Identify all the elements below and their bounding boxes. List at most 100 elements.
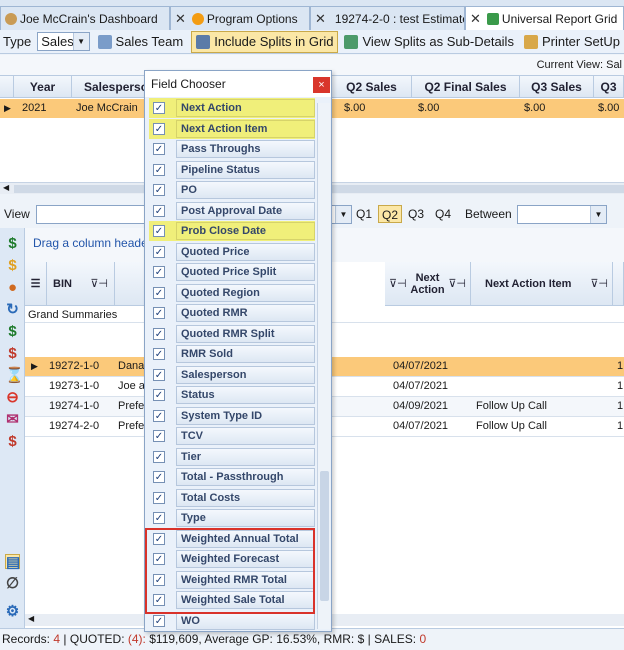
view-splits-icon [344,34,359,49]
filter-icon[interactable]: ⊽⊣ [90,278,108,290]
field-item[interactable]: ✓ Total - Passthrough [149,467,315,487]
field-checkbox[interactable]: ✓ [153,286,165,299]
close-icon[interactable]: ✕ [470,11,481,27]
dollar-red-icon[interactable]: $ [5,346,20,361]
field-item[interactable]: ✓ Type [149,508,315,528]
field-item[interactable]: ✓ Quoted RMR [149,303,315,323]
quarter-q3-button[interactable]: Q3 [405,205,427,223]
field-item[interactable]: ✓ Next Action Item [149,118,315,139]
field-item[interactable]: ✓ PO [149,180,315,200]
field-checkbox[interactable]: ✓ [153,245,165,258]
chevron-down-icon[interactable]: ▼ [590,206,606,223]
field-item[interactable]: ✓ Prob Close Date [149,221,315,241]
field-item[interactable]: ✓ Pass Throughs [149,139,315,159]
field-checkbox[interactable]: ✓ [153,102,165,114]
field-checkbox[interactable]: ✓ [153,389,165,401]
include-splits-button[interactable]: Include Splits in Grid [191,30,339,53]
dollar-icon[interactable]: $ [5,236,20,251]
quarter-q2-button[interactable]: Q2 [378,205,403,223]
quarter-q1-button[interactable]: Q1 [353,205,375,223]
column-header-q3[interactable]: Q3 [594,76,624,98]
view-splits-button[interactable]: View Splits as Sub-Details [340,31,518,53]
hourglass-icon[interactable]: ⌛ [5,368,24,383]
field-checkbox[interactable]: ✓ [153,266,165,278]
filter-icon[interactable]: ⊽⊣ [448,278,466,290]
settings-icon[interactable]: ⚙ [5,604,20,619]
layout-icon[interactable]: ▤ [5,554,20,570]
clear-icon[interactable]: ∅ [5,576,20,591]
field-checkbox[interactable]: ✓ [153,368,165,381]
column-header-next-action-item[interactable]: Next Action Item ⊽⊣ [471,262,613,306]
field-checkbox[interactable]: ✓ [153,143,165,155]
column-chooser-header[interactable]: ☰ [25,262,47,306]
field-checkbox[interactable]: ✓ [153,307,165,319]
field-item[interactable]: ✓ Quoted Price [149,242,315,262]
field-checkbox[interactable]: ✓ [153,512,165,524]
scroll-left-icon[interactable]: ◀ [3,183,9,192]
field-item[interactable]: ✓ System Type ID [149,406,315,426]
column-header-q3-sales[interactable]: Q3 Sales [520,76,594,98]
column-header-salesperson[interactable]: Salesperson [72,76,155,98]
mail-icon[interactable]: ✉ [5,412,20,427]
column-header-name[interactable] [115,262,145,306]
dollar-gold-icon[interactable]: $ [5,258,20,273]
printer-setup-button[interactable]: Printer SetUp [520,31,624,53]
field-checkbox[interactable]: ✓ [153,409,165,422]
field-checkbox[interactable]: ✓ [153,184,165,196]
type-select[interactable]: Sales ▼ [37,32,90,51]
field-checkbox[interactable]: ✓ [153,348,165,360]
field-checkbox[interactable]: ✓ [153,430,165,442]
filter-icon[interactable]: ⊽⊣ [590,278,608,290]
column-header-extra[interactable] [613,262,624,306]
field-checkbox[interactable]: ✓ [153,327,165,340]
field-item[interactable]: ✓ Post Approval Date [149,201,315,221]
column-header-q2-sales[interactable]: Q2 Sales [332,76,412,98]
scroll-left-icon[interactable]: ◀ [28,614,34,623]
field-item[interactable]: ✓ Quoted Region [149,283,315,303]
field-checkbox[interactable]: ✓ [153,450,165,463]
field-item[interactable]: ✓ RMR Sold [149,344,315,364]
field-item[interactable]: ✓ Salesperson [149,365,315,385]
field-item[interactable]: ✓ Quoted RMR Split [149,324,315,344]
scrollbar-thumb[interactable] [320,471,329,601]
close-icon[interactable]: × [313,77,330,93]
field-checkbox[interactable]: ✓ [153,122,165,135]
field-checkbox[interactable]: ✓ [153,163,165,176]
field-chooser-title: Field Chooser [145,71,331,97]
tab-program-options[interactable]: ✕ Program Options [170,6,310,30]
field-checkbox[interactable]: ✓ [153,491,165,504]
field-checkbox[interactable]: ✓ [153,614,165,627]
column-header-q2-final-sales[interactable]: Q2 Final Sales [412,76,520,98]
refresh-icon[interactable]: ↻ [5,302,20,317]
field-checkbox[interactable]: ✓ [153,204,165,217]
field-item[interactable]: ✓ Pipeline Status [149,160,315,180]
column-chooser-icon[interactable]: ☰ [31,278,41,290]
field-checkbox[interactable]: ✓ [153,225,165,237]
column-header-next-action[interactable]: ⊽⊣ Next Action ⊽⊣ [385,262,471,306]
close-icon[interactable]: ✕ [175,11,186,27]
quarter-q4-button[interactable]: Q4 [432,205,454,223]
field-item[interactable]: ✓ Next Action [149,98,315,118]
field-item[interactable]: ✓ TCV [149,426,315,446]
field-item[interactable]: ✓ Quoted Price Split [149,262,315,282]
between-date-select[interactable]: ▼ [517,205,607,224]
field-item[interactable]: ✓ Tier [149,447,315,467]
stop-icon[interactable]: ⊖ [5,390,20,405]
chevron-down-icon[interactable]: ▼ [335,206,351,223]
field-item[interactable]: ✓ Total Costs [149,488,315,508]
tab-estimate[interactable]: ✕ 19274-2-0 : test Estimate [310,6,465,30]
tab-dashboard[interactable]: Joe McCrain's Dashboard [0,6,170,30]
tab-universal-report-grid[interactable]: ✕ Universal Report Grid [465,6,624,30]
dollar-stack-icon[interactable]: $ [5,434,20,449]
filter-icon[interactable]: ⊽⊣ [389,278,407,290]
chevron-down-icon[interactable]: ▼ [72,33,89,50]
field-item[interactable]: ✓ Status [149,385,315,405]
coin-icon[interactable]: ● [5,280,20,295]
dollar-green-icon[interactable]: $ [5,324,20,339]
field-chooser-scrollbar[interactable] [317,103,330,629]
field-checkbox[interactable]: ✓ [153,471,165,483]
column-header-bin[interactable]: BIN ⊽⊣ [47,262,115,306]
close-icon[interactable]: ✕ [315,11,326,27]
sales-team-button[interactable]: Sales Team [94,31,188,53]
column-header-year[interactable]: Year [14,76,72,98]
